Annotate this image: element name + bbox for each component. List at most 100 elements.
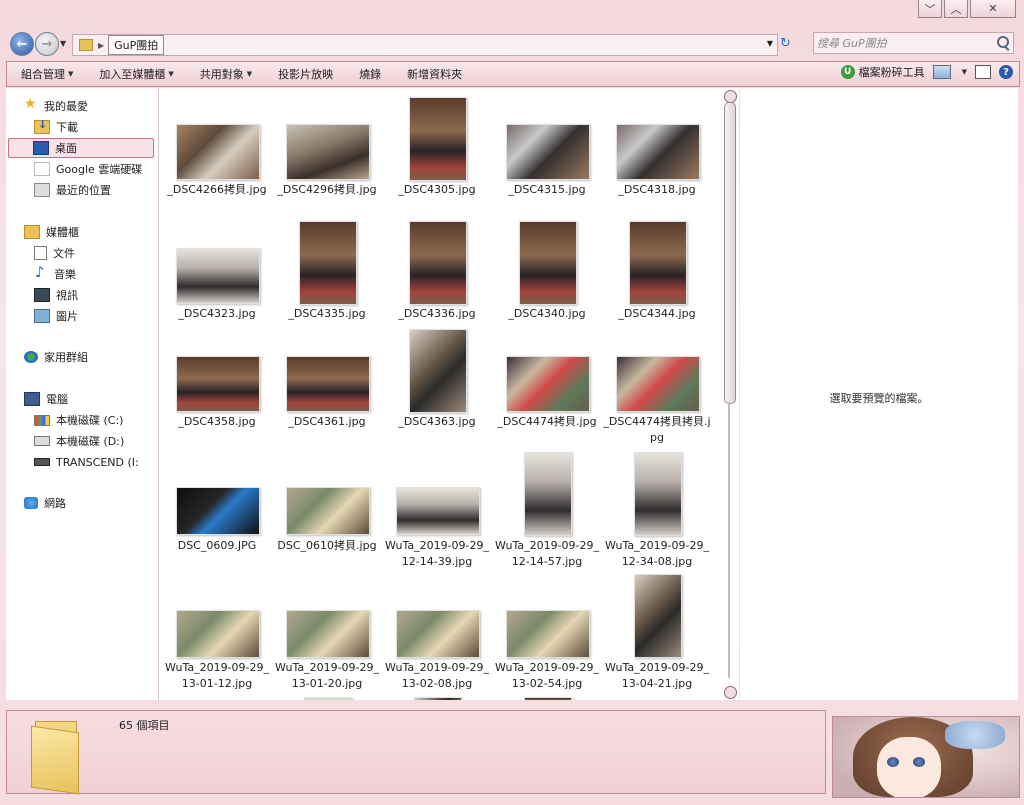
photo-thumbnail[interactable] (524, 697, 572, 700)
file-name: _DSC4340.jpg (508, 307, 586, 320)
photo-thumbnail[interactable] (414, 697, 462, 700)
nav-favorites[interactable]: 我的最愛 (24, 96, 88, 116)
vertical-scrollbar[interactable] (720, 88, 739, 700)
chevron-right-icon[interactable]: ▶ (98, 41, 104, 50)
file-item[interactable]: _DSC4361.jpg (272, 326, 382, 446)
help-icon[interactable]: ? (999, 65, 1013, 79)
breadcrumb-current-folder[interactable]: GuP團拍 (108, 35, 165, 55)
file-item[interactable]: _DSC4315.jpg (492, 94, 602, 214)
search-input[interactable] (814, 35, 995, 51)
file-item[interactable]: _DSC4296拷貝.jpg (272, 94, 382, 214)
organize-menu[interactable]: 組合管理 ▼ (7, 66, 85, 82)
address-bar[interactable]: ▶ GuP團拍 ▼ (72, 34, 778, 56)
nav-desktop-label: 桌面 (55, 142, 77, 155)
file-item[interactable]: WuTa_2019-09-29_12-34-08.jpg (602, 450, 712, 570)
maximize-button[interactable]: ︿ (944, 0, 968, 18)
nav-videos-label: 視訊 (56, 289, 78, 302)
file-item[interactable]: _DSC4336.jpg (382, 218, 492, 328)
nav-desktop[interactable]: 桌面 (8, 138, 154, 158)
file-item[interactable]: _DSC4318.jpg (602, 94, 712, 214)
photo-thumbnail (616, 124, 700, 180)
add-to-library-label: 加入至媒體櫃 (99, 68, 166, 81)
hard-drive-icon (34, 436, 50, 446)
file-item[interactable]: WuTa_2019-09-29_13-02-54.jpg (492, 574, 602, 694)
new-folder-button[interactable]: 新增資料夾 (393, 66, 474, 82)
preview-pane-icon[interactable] (975, 65, 991, 79)
photo-thumbnail (396, 487, 480, 535)
nav-drive-c[interactable]: 本機磁碟 (C:) (34, 410, 123, 430)
nav-downloads[interactable]: 下載 (34, 117, 78, 137)
refresh-icon[interactable]: ↻ (780, 36, 791, 51)
libraries-icon (24, 225, 40, 239)
photo-thumbnail (629, 221, 687, 305)
burn-button[interactable]: 燒錄 (345, 66, 393, 82)
change-view-icon[interactable] (932, 65, 951, 79)
nav-recent-places[interactable]: 最近的位置 (34, 180, 111, 200)
forward-arrow-icon: → (41, 36, 53, 52)
forward-button[interactable]: → (35, 32, 59, 56)
file-item[interactable]: WuTa_2019-09-29_13-04-21.jpg (602, 574, 712, 694)
nav-homegroup[interactable]: 家用群組 (24, 347, 88, 367)
recent-pages-dropdown-icon[interactable]: ▼ (60, 39, 66, 48)
nav-transcend-drive[interactable]: TRANSCEND (I: (34, 452, 156, 472)
star-icon (24, 96, 38, 112)
add-to-library-menu[interactable]: 加入至媒體櫃 ▼ (85, 66, 185, 82)
scroll-down-button[interactable] (724, 686, 737, 699)
file-item[interactable]: WuTa_2019-09-29_13-01-20.jpg (272, 574, 382, 694)
file-item[interactable]: _DSC4335.jpg (272, 218, 382, 328)
file-item[interactable]: _DSC4358.jpg (162, 326, 272, 446)
photo-thumbnail (176, 487, 260, 535)
file-item[interactable]: DSC_0610拷貝.jpg (272, 450, 382, 570)
file-item[interactable]: _DSC4266拷貝.jpg (162, 94, 272, 214)
close-button[interactable]: ✕ (970, 0, 1016, 18)
file-item[interactable]: WuTa_2019-09-29_12-14-39.jpg (382, 450, 492, 570)
search-box[interactable] (813, 32, 1014, 54)
pictures-icon (34, 309, 50, 323)
file-name: _DSC4315.jpg (508, 183, 586, 196)
file-item[interactable]: WuTa_2019-09-29_12-14-57.jpg (492, 450, 602, 570)
nav-music[interactable]: 音樂 (34, 264, 76, 284)
file-name: _DSC4344.jpg (618, 307, 696, 320)
share-with-menu[interactable]: 共用對象 ▼ (186, 66, 264, 82)
photo-thumbnail (286, 124, 370, 180)
nav-libraries[interactable]: 媒體櫃 (24, 222, 79, 242)
file-item[interactable]: _DSC4340.jpg (492, 218, 602, 328)
address-history-dropdown-icon[interactable]: ▼ (767, 39, 773, 48)
search-icon[interactable] (997, 36, 1009, 48)
file-item[interactable]: _DSC4474拷貝.jpg (492, 326, 602, 446)
back-arrow-icon: ← (16, 36, 28, 52)
nav-videos[interactable]: 視訊 (34, 285, 78, 305)
nav-documents[interactable]: 文件 (34, 243, 75, 263)
nav-pictures[interactable]: 圖片 (34, 306, 78, 326)
nav-computer[interactable]: 電腦 (24, 389, 68, 409)
file-item[interactable]: _DSC4305.jpg (382, 94, 492, 214)
minimize-button[interactable]: ﹀ (918, 0, 942, 18)
file-item[interactable]: _DSC4344.jpg (602, 218, 712, 328)
file-list: _DSC4266拷貝.jpg _DSC4296拷貝.jpg _DSC4305.j… (159, 88, 720, 700)
file-item[interactable]: DSC_0609.JPG (162, 450, 272, 570)
photo-thumbnail (176, 356, 260, 412)
nav-recent-places-label: 最近的位置 (56, 184, 111, 197)
photo-thumbnail (506, 124, 590, 180)
scrollbar-track[interactable] (728, 402, 730, 678)
recent-places-icon (34, 183, 50, 197)
nav-network[interactable]: 網路 (24, 493, 66, 513)
view-options-dropdown-icon[interactable]: ▼ (962, 68, 967, 76)
file-item[interactable]: _DSC4474拷貝拷貝.jpg (602, 326, 712, 446)
nav-libraries-label: 媒體櫃 (46, 226, 79, 239)
photo-thumbnail[interactable] (304, 697, 352, 700)
nav-google-drive[interactable]: Google 雲端硬碟 (34, 159, 156, 179)
nav-network-label: 網路 (44, 497, 66, 510)
nav-drive-d[interactable]: 本機磁碟 (D:) (34, 431, 124, 451)
file-name: _DSC4336.jpg (398, 307, 476, 320)
file-item[interactable]: WuTa_2019-09-29_13-02-08.jpg (382, 574, 492, 694)
organize-label: 組合管理 (21, 68, 65, 81)
file-shredder-button[interactable]: U 檔案粉碎工具 (840, 64, 925, 80)
back-button[interactable]: ← (10, 32, 34, 56)
file-item[interactable]: _DSC4323.jpg (162, 218, 272, 328)
slideshow-button[interactable]: 投影片放映 (264, 66, 345, 82)
scrollbar-thumb[interactable] (724, 102, 736, 404)
address-row: ← → ▼ ▶ GuP團拍 ▼ ↻ (0, 28, 1024, 58)
file-item[interactable]: _DSC4363.jpg (382, 326, 492, 446)
file-item[interactable]: WuTa_2019-09-29_13-01-12.jpg (162, 574, 272, 694)
